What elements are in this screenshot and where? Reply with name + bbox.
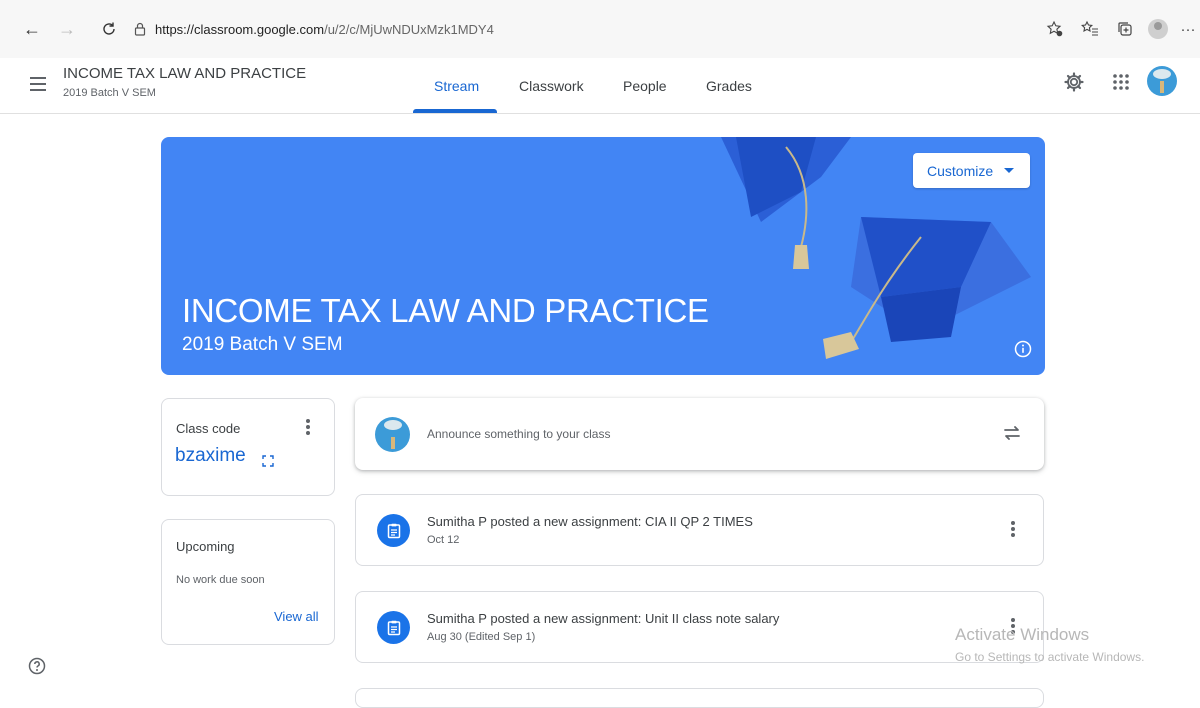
more-vert-icon[interactable] (298, 417, 318, 437)
customize-button[interactable]: Customize (913, 153, 1030, 188)
announce-box[interactable]: Announce something to your class (355, 398, 1044, 470)
forward-icon[interactable]: → (55, 17, 79, 41)
settings-icon[interactable] (1061, 69, 1087, 95)
class-code-value: bzaxime (175, 445, 246, 466)
browser-toolbar: ← → https://classroom.google.com/u/2/c/M… (0, 0, 1200, 59)
view-all-link[interactable]: View all (274, 609, 319, 624)
announce-placeholder[interactable]: Announce something to your class (427, 427, 610, 441)
assignment-icon (377, 514, 410, 547)
tab-stream[interactable]: Stream (434, 58, 479, 113)
class-subtitle: 2019 Batch V SEM (63, 87, 156, 99)
collections-icon[interactable] (1113, 17, 1137, 41)
address-bar[interactable]: https://classroom.google.com/u/2/c/MjUwN… (133, 15, 1037, 43)
class-code-card: Class code bzaxime (161, 398, 335, 496)
more-vert-icon[interactable] (1003, 519, 1023, 539)
activation-watermark-text: Go to Settings to activate Windows. (955, 650, 1145, 664)
upcoming-card: Upcoming No work due soon View all (161, 519, 335, 645)
class-title[interactable]: INCOME TAX LAW AND PRACTICE (63, 65, 306, 82)
caret-down-icon (1004, 168, 1015, 173)
info-icon[interactable] (1014, 340, 1032, 358)
post-date: Oct 12 (427, 534, 460, 546)
activation-watermark-title: Activate Windows (955, 625, 1090, 644)
tab-people[interactable]: People (623, 58, 667, 113)
tab-grades[interactable]: Grades (706, 58, 752, 113)
stream-post[interactable] (355, 688, 1044, 708)
more-icon[interactable]: ··· (1176, 17, 1200, 41)
post-title[interactable]: Sumitha P posted a new assignment: Unit … (427, 611, 779, 626)
banner-title: INCOME TAX LAW AND PRACTICE (182, 292, 709, 329)
class-banner: INCOME TAX LAW AND PRACTICE 2019 Batch V… (161, 137, 1045, 375)
favorite-add-icon[interactable] (1043, 17, 1067, 41)
stream-post[interactable]: Sumitha P posted a new assignment: CIA I… (355, 494, 1044, 566)
back-icon[interactable]: ← (20, 17, 44, 41)
stream-post[interactable]: Sumitha P posted a new assignment: Unit … (355, 591, 1044, 663)
upcoming-label: Upcoming (176, 539, 235, 554)
assignment-icon (377, 611, 410, 644)
post-date: Aug 30 (Edited Sep 1) (427, 631, 536, 643)
tab-classwork[interactable]: Classwork (519, 58, 584, 113)
favorites-icon[interactable] (1078, 17, 1102, 41)
apps-icon[interactable] (1108, 69, 1134, 95)
help-icon[interactable] (28, 657, 46, 675)
user-avatar (375, 417, 410, 452)
banner-subtitle: 2019 Batch V SEM (182, 334, 343, 355)
active-tab-indicator (413, 109, 497, 113)
app-header: INCOME TAX LAW AND PRACTICE 2019 Batch V… (0, 58, 1200, 114)
lock-icon (134, 22, 146, 36)
fullscreen-icon[interactable] (262, 455, 274, 467)
refresh-icon[interactable] (97, 17, 121, 41)
url-text: https://classroom.google.com/u/2/c/MjUwN… (155, 21, 494, 37)
menu-icon[interactable] (30, 77, 46, 91)
upcoming-empty-text: No work due soon (176, 574, 265, 586)
user-avatar[interactable] (1147, 66, 1177, 96)
class-code-label: Class code (176, 421, 241, 436)
repost-icon[interactable] (1001, 422, 1023, 444)
profile-icon[interactable] (1146, 17, 1170, 41)
customize-label: Customize (927, 162, 994, 179)
post-title[interactable]: Sumitha P posted a new assignment: CIA I… (427, 514, 753, 529)
